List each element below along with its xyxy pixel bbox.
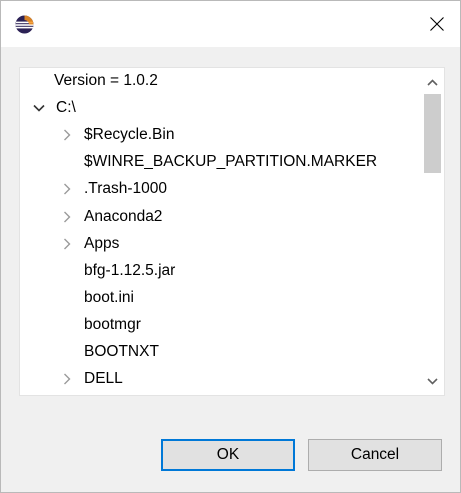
tree-item-label: boot.ini [84, 288, 134, 306]
tree-item-label: bfg-1.12.5.jar [84, 261, 176, 279]
tree-item-label: bootmgr [84, 315, 141, 333]
file-tree[interactable]: Version = 1.0.2 C:\ $Recycle.Bin $WINRE_BAC… [19, 67, 445, 396]
tree-item[interactable]: boot.ini [60, 285, 134, 311]
tree-item[interactable]: $Recycle.Bin [60, 122, 174, 148]
tree-item-label: Anaconda2 [84, 207, 163, 225]
chevron-down-icon[interactable] [32, 101, 46, 115]
scroll-up-button[interactable] [421, 71, 444, 93]
close-button[interactable] [414, 1, 460, 47]
tree-item-label: C:\ [56, 99, 76, 117]
chevron-right-icon[interactable] [60, 128, 74, 142]
dialog-content: Version = 1.0.2 C:\ $Recycle.Bin $WINRE_BAC… [1, 47, 460, 492]
tree-item-label: $WINRE_BACKUP_PARTITION.MARKER [84, 153, 378, 171]
ok-button[interactable]: OK [161, 439, 295, 471]
chevron-down-icon [427, 377, 438, 385]
scroll-down-button[interactable] [421, 370, 444, 392]
tree-item-label: BOOTNXT [84, 343, 159, 360]
tree-item-label: DELL [84, 370, 123, 388]
tree-item[interactable]: Anaconda2 [60, 204, 162, 230]
title-bar [1, 1, 460, 47]
tree-item-label: .Trash-1000 [84, 180, 167, 198]
chevron-right-icon[interactable] [60, 237, 74, 251]
tree-item[interactable]: BOOTNXT [60, 339, 159, 365]
tree-item[interactable]: bootmgr [60, 312, 141, 338]
tree-item-label: $Recycle.Bin [84, 126, 175, 144]
tree-item[interactable]: bfg-1.12.5.jar [60, 258, 175, 284]
tree-item[interactable]: $WINRE_BACKUP_PARTITION.MARKER [60, 149, 377, 175]
tree-item[interactable]: DELL [60, 366, 123, 392]
chevron-right-icon[interactable] [60, 372, 74, 386]
dialog-window: Version = 1.0.2 C:\ $Recycle.Bin $WINRE_BAC… [0, 0, 461, 493]
close-icon [430, 17, 444, 31]
tree-item-label: Version = 1.0.2 [54, 72, 158, 89]
tree-item[interactable]: .Trash-1000 [60, 176, 167, 202]
eclipse-app-icon [15, 15, 34, 34]
chevron-up-icon [427, 78, 438, 86]
scroll-thumb[interactable] [424, 94, 441, 173]
tree-item-label: Apps [84, 234, 120, 252]
tree-item[interactable]: C:\ [32, 95, 76, 121]
tree-item[interactable]: Apps [60, 231, 119, 257]
chevron-right-icon[interactable] [60, 182, 74, 196]
tree-item[interactable]: Version = 1.0.2 [54, 68, 158, 94]
cancel-button[interactable]: Cancel [308, 439, 442, 471]
chevron-right-icon[interactable] [60, 210, 74, 224]
vertical-scrollbar[interactable] [421, 68, 444, 395]
